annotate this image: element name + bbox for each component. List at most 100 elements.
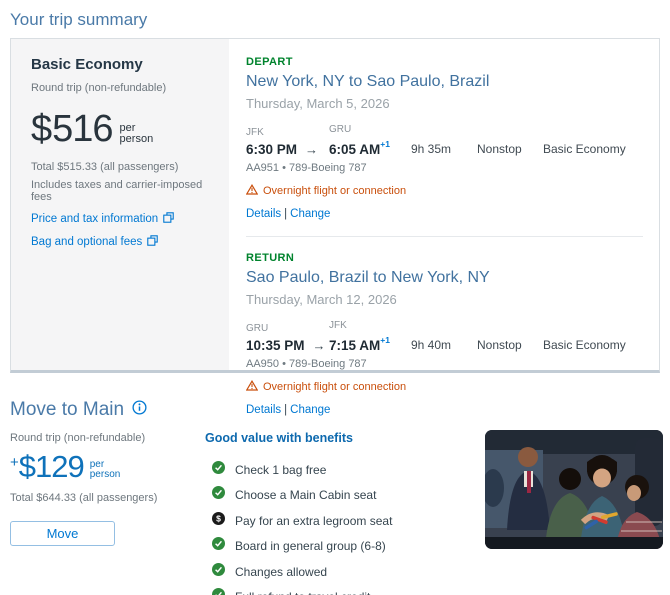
bag-optional-fees-label: Bag and optional fees — [31, 236, 142, 248]
departure-time: 10:35 PM→ — [246, 338, 329, 353]
trip-summary-card: Basic Economy Round trip (non-refundable… — [10, 38, 660, 373]
details-link[interactable]: Details — [246, 208, 281, 220]
depart-leg-links: Details|Change — [246, 208, 643, 220]
arrival-time: 6:05 AM+1 — [329, 139, 411, 157]
move-price-per-person: +$129 per person — [10, 449, 205, 485]
benefit-item: $ Pay for an extra legroom seat — [205, 514, 485, 527]
benefit-item: Full refund to travel credit — [205, 591, 485, 595]
departure-time: 6:30 PM → — [246, 142, 329, 157]
check-circle-icon — [212, 588, 225, 595]
person-label: person — [120, 133, 154, 145]
dollar-circle-icon: $ — [212, 512, 225, 530]
move-to-main-section: Round trip (non-refundable) +$129 per pe… — [10, 430, 670, 595]
return-overnight-warning: Overnight flight or connection — [246, 380, 643, 394]
overnight-warning-text: Overnight flight or connection — [263, 185, 406, 197]
depart-destination-cell: GRU 6:05 AM+1 — [329, 124, 411, 157]
new-window-icon — [163, 212, 174, 226]
return-duration: 9h 40m — [411, 338, 477, 353]
price-per-person: $516 per person — [31, 108, 211, 151]
info-icon[interactable] — [132, 400, 147, 420]
benefits-title: Good value with benefits — [205, 431, 485, 445]
return-destination-cell: JFK 7:15 AM+1 — [329, 320, 411, 353]
depart-flight-number: AA951 • 789-Boeing 787 — [246, 162, 643, 174]
fare-panel: Basic Economy Round trip (non-refundable… — [11, 39, 229, 370]
fare-class-title: Basic Economy — [31, 56, 211, 73]
pipe-separator: | — [284, 208, 287, 220]
benefits-column: Good value with benefits Check 1 bag fre… — [205, 430, 485, 595]
price-tax-info-label: Price and tax information — [31, 213, 158, 225]
price-value: 516 — [52, 108, 112, 151]
change-link[interactable]: Change — [290, 208, 330, 220]
pipe-separator: | — [284, 404, 287, 416]
return-stops: Nonstop — [477, 338, 543, 353]
trip-summary-page: Your trip summary Basic Economy Round tr… — [0, 0, 670, 595]
per-person-label: per person — [90, 460, 121, 480]
benefit-text: Check 1 bag free — [235, 463, 326, 477]
benefit-item: Check 1 bag free — [205, 463, 485, 476]
return-flight-number: AA950 • 789-Boeing 787 — [246, 358, 643, 370]
warning-triangle-icon — [246, 184, 258, 198]
benefit-text: Choose a Main Cabin seat — [235, 488, 376, 502]
benefit-text: Full refund to travel credit — [235, 590, 370, 595]
check-circle-icon — [212, 537, 225, 555]
benefit-text: Changes allowed — [235, 565, 327, 579]
benefit-text: Pay for an extra legroom seat — [235, 514, 392, 528]
check-circle-icon — [212, 486, 225, 504]
depart-date: Thursday, March 5, 2026 — [246, 96, 643, 111]
warning-triangle-icon — [246, 380, 258, 394]
destination-code: JFK — [329, 320, 411, 331]
cabin-passengers-photo — [485, 430, 663, 549]
benefits-list: Check 1 bag free Choose a Main Cabin sea… — [205, 457, 485, 595]
currency-symbol: $ — [31, 108, 52, 151]
per-person-label: per person — [120, 123, 154, 145]
person-label: person — [90, 469, 121, 480]
plus-one-day-badge: +1 — [380, 335, 390, 345]
return-label: RETURN — [246, 252, 643, 264]
check-circle-icon — [212, 461, 225, 479]
benefit-item: Choose a Main Cabin seat — [205, 489, 485, 502]
return-leg: RETURN Sao Paulo, Brazil to New York, NY… — [246, 252, 643, 416]
move-trip-type: Round trip (non-refundable) — [10, 432, 205, 444]
move-price-value: 129 — [35, 449, 84, 485]
return-cabin: Basic Economy — [543, 338, 626, 353]
new-window-icon — [147, 235, 158, 249]
arrival-time-value: 6:05 AM — [329, 142, 380, 157]
depart-route: New York, NY to Sao Paulo, Brazil — [246, 73, 643, 91]
depart-stops: Nonstop — [477, 142, 543, 157]
price-tax-info-link[interactable]: Price and tax information — [31, 212, 211, 226]
total-all-passengers: Total $515.33 (all passengers) — [31, 161, 211, 173]
leg-divider — [246, 236, 643, 237]
arrival-time: 7:15 AM+1 — [329, 335, 411, 353]
move-button[interactable]: Move — [10, 521, 115, 546]
arrow-right-icon: → — [305, 142, 318, 157]
return-leg-links: Details|Change — [246, 404, 643, 416]
depart-origin-cell: JFK 6:30 PM → — [246, 127, 329, 157]
arrival-time-value: 7:15 AM — [329, 338, 380, 353]
plus-one-day-badge: +1 — [380, 139, 390, 149]
depart-leg: DEPART New York, NY to Sao Paulo, Brazil… — [246, 56, 643, 220]
departure-time-value: 6:30 PM — [246, 142, 297, 157]
depart-duration: 9h 35m — [411, 142, 477, 157]
bag-optional-fees-link[interactable]: Bag and optional fees — [31, 235, 211, 249]
overnight-warning-text: Overnight flight or connection — [263, 381, 406, 393]
check-circle-icon — [212, 563, 225, 581]
depart-flight-row: JFK 6:30 PM → GRU 6:05 AM+1 9h 35m Nonsto… — [246, 124, 643, 157]
return-route: Sao Paulo, Brazil to New York, NY — [246, 269, 643, 287]
svg-text:$: $ — [216, 513, 221, 523]
plus-sign: + — [10, 454, 19, 471]
origin-code: JFK — [246, 127, 329, 138]
move-to-main-title: Move to Main — [10, 399, 124, 421]
return-flight-row: GRU 10:35 PM→ JFK 7:15 AM+1 9h 40m Nonst… — [246, 320, 643, 353]
details-link[interactable]: Details — [246, 404, 281, 416]
page-title: Your trip summary — [0, 0, 670, 30]
change-link[interactable]: Change — [290, 404, 330, 416]
depart-cabin: Basic Economy — [543, 142, 626, 157]
flights-panel: DEPART New York, NY to Sao Paulo, Brazil… — [229, 39, 659, 370]
benefit-item: Board in general group (6-8) — [205, 540, 485, 553]
currency-symbol: $ — [19, 449, 35, 485]
benefit-item: Changes allowed — [205, 565, 485, 578]
benefit-text: Board in general group (6-8) — [235, 539, 386, 553]
destination-code: GRU — [329, 124, 411, 135]
taxes-note: Includes taxes and carrier-imposed fees — [31, 179, 211, 203]
departure-time-value: 10:35 PM — [246, 338, 305, 353]
